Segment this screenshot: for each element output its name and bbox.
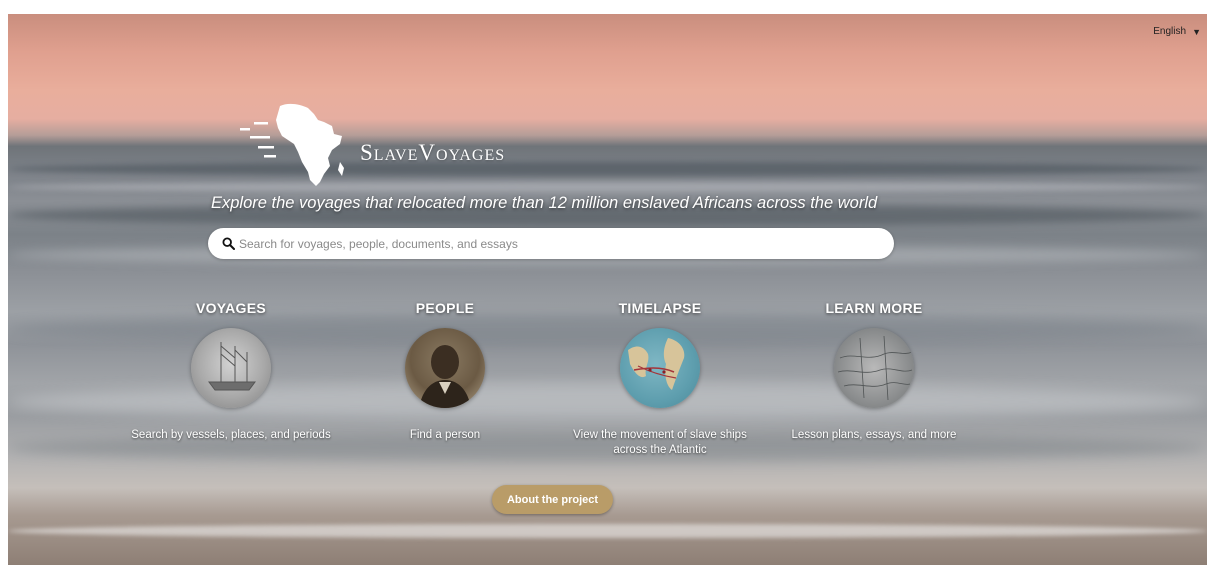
map-icon — [837, 335, 913, 401]
site-logo[interactable]: SlaveVoyages — [236, 100, 596, 190]
section-people[interactable]: PEOPLE Find a person — [365, 300, 525, 443]
section-description: View the movement of slave ships across … — [573, 429, 747, 456]
historical-map-image[interactable] — [834, 328, 914, 408]
search-input[interactable] — [239, 236, 859, 251]
section-description: Lesson plans, essays, and more — [791, 429, 957, 441]
section-title: PEOPLE — [415, 300, 475, 316]
section-description: Search by vessels, places, and periods — [131, 429, 331, 441]
brand-name: SlaveVoyages — [360, 140, 506, 165]
africa-logo-icon — [240, 103, 344, 186]
portrait-image[interactable] — [405, 328, 485, 408]
section-title: VOYAGES — [195, 300, 267, 316]
ship-illustration-image[interactable] — [191, 328, 271, 408]
tagline: Explore the voyages that relocated more … — [211, 194, 878, 212]
language-selector[interactable]: English ▼ — [1153, 26, 1201, 37]
globe-icon — [628, 338, 685, 390]
hero-background — [8, 14, 1207, 565]
section-title: TIMELAPSE — [618, 300, 702, 316]
globe-map-image[interactable] — [620, 328, 700, 408]
wave-band — [8, 524, 1207, 538]
section-learn-more[interactable]: LEARN MORE Lesson plans, essays, and mor… — [774, 300, 974, 443]
wave-band — [8, 162, 1207, 176]
section-description: Find a person — [409, 429, 481, 441]
person-portrait-icon — [419, 345, 471, 408]
section-title: LEARN MORE — [825, 300, 923, 316]
about-project-button[interactable]: About the project — [492, 485, 613, 514]
search-bar[interactable] — [208, 228, 894, 259]
ship-icon — [208, 342, 256, 391]
wave-band — [8, 182, 1207, 192]
language-label: English — [1153, 26, 1187, 37]
section-voyages[interactable]: VOYAGES Search by vessels, places, and p… — [116, 300, 346, 443]
chevron-down-icon: ▼ — [1192, 26, 1201, 37]
search-icon — [222, 237, 235, 250]
section-timelapse[interactable]: TIMELAPSE View the movement of slave shi… — [560, 300, 760, 458]
